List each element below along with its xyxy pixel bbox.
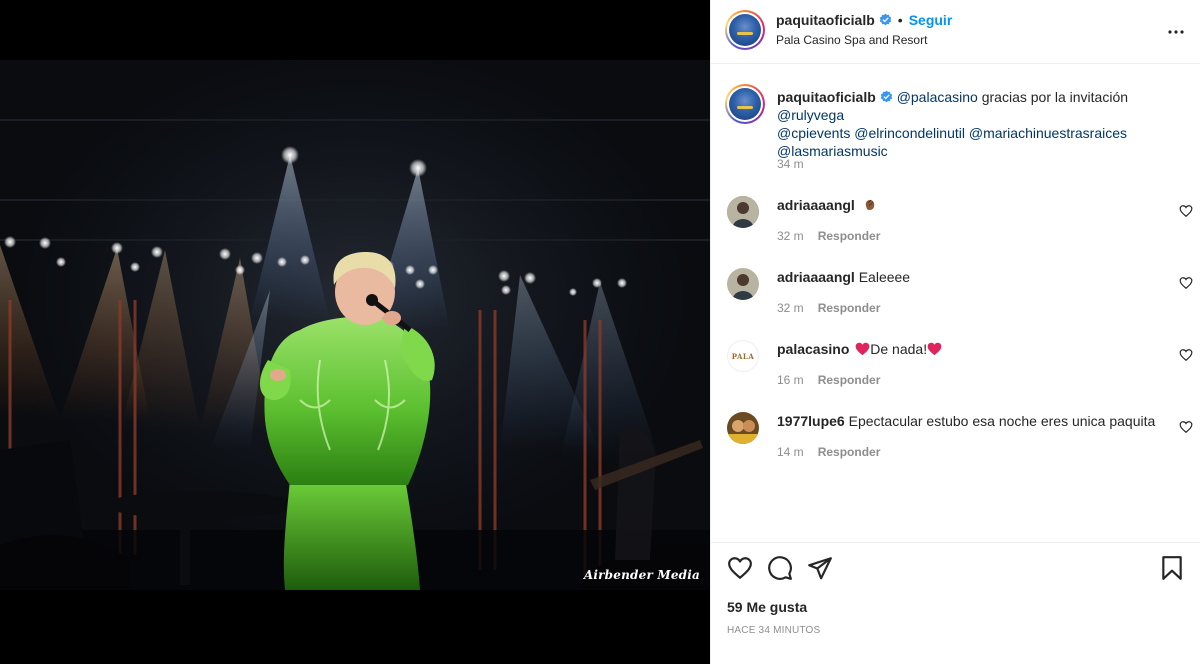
- clapping-hands-icon: [865, 199, 874, 211]
- more-options-icon[interactable]: [1164, 20, 1188, 44]
- post-location[interactable]: Pala Casino Spa and Resort: [776, 33, 927, 47]
- post-side-panel: paquitaoficialb • Seguir Pala Casino Spa …: [710, 0, 1200, 664]
- comment-time[interactable]: 14 m: [777, 445, 804, 459]
- red-heart-icon: [855, 342, 870, 356]
- comment-meta: 32 m Responder: [777, 301, 880, 315]
- follow-button[interactable]: Seguir: [909, 12, 953, 28]
- comment-time[interactable]: 32 m: [777, 229, 804, 243]
- author-username[interactable]: paquitaoficialb: [776, 12, 875, 28]
- comment-username[interactable]: adriaaaangl: [777, 269, 855, 285]
- mention-link[interactable]: @elrincondelinutil: [854, 125, 965, 141]
- comment-text: palacasino De nada!: [777, 340, 942, 358]
- comment-username[interactable]: 1977lupe6: [777, 413, 845, 429]
- bookmark-icon[interactable]: [1159, 555, 1185, 581]
- caption-time[interactable]: 34 m: [777, 157, 804, 171]
- comment-meta: 16 m Responder: [777, 373, 880, 387]
- post-timestamp[interactable]: HACE 34 MINUTOS: [727, 625, 820, 636]
- comment-avatar[interactable]: [727, 268, 759, 300]
- comment-icon[interactable]: [767, 555, 793, 581]
- caption-body: gracias por la invitación: [977, 89, 1129, 105]
- post-photo[interactable]: Airbender Media: [0, 0, 710, 664]
- like-comment-icon[interactable]: [1179, 204, 1193, 218]
- like-comment-icon[interactable]: [1179, 420, 1193, 434]
- verified-badge-icon: [879, 13, 892, 26]
- mention-link[interactable]: @cpievents: [777, 125, 850, 141]
- comment-avatar[interactable]: [727, 196, 759, 228]
- reply-button[interactable]: Responder: [818, 229, 881, 243]
- share-icon[interactable]: [807, 555, 833, 581]
- author-avatar[interactable]: [725, 10, 765, 50]
- comment-time[interactable]: 16 m: [777, 373, 804, 387]
- author-avatar-image: [729, 14, 761, 46]
- reply-button[interactable]: Responder: [818, 445, 881, 459]
- heart-icon[interactable]: [727, 555, 753, 581]
- comment-username[interactable]: adriaaaangl: [777, 197, 855, 213]
- verified-badge-icon: [880, 90, 893, 103]
- photo-watermark: Airbender Media: [583, 568, 700, 582]
- comment-time[interactable]: 32 m: [777, 301, 804, 315]
- comment-meta: 14 m Responder: [777, 445, 880, 459]
- comment-body: Ealeeee: [858, 269, 911, 285]
- post-actions: 59 Me gusta HACE 34 MINUTOS: [711, 542, 1200, 664]
- reply-button[interactable]: Responder: [818, 301, 881, 315]
- caption-text: paquitaoficialb @palacasino gracias por …: [777, 88, 1187, 160]
- reply-button[interactable]: Responder: [818, 373, 881, 387]
- comments-list[interactable]: paquitaoficialb @palacasino gracias por …: [711, 65, 1200, 541]
- comment-text: adriaaaangl: [777, 196, 878, 214]
- comment-body: De nada!: [870, 341, 928, 357]
- instagram-post-modal: Airbender Media paquitaoficialb • Seguir …: [0, 0, 1200, 664]
- header-user-line: paquitaoficialb • Seguir: [776, 12, 952, 30]
- concert-stage-photo: [0, 0, 710, 664]
- comment-avatar[interactable]: [727, 412, 759, 444]
- caption-avatar[interactable]: [725, 84, 765, 124]
- header-separator: •: [897, 12, 903, 28]
- comment-text: adriaaaangl Ealeeee: [777, 268, 910, 286]
- pala-logo-text: PALA: [731, 351, 755, 361]
- comment-avatar[interactable]: PALA: [727, 340, 759, 372]
- comment-username[interactable]: palacasino: [777, 341, 849, 357]
- like-comment-icon[interactable]: [1179, 276, 1193, 290]
- likes-count[interactable]: 59 Me gusta: [727, 599, 807, 615]
- mention-link[interactable]: @palacasino: [897, 89, 978, 105]
- red-heart-icon: [927, 342, 942, 356]
- like-comment-icon[interactable]: [1179, 348, 1193, 362]
- comment-text: 1977lupe6 Epectacular estubo esa noche e…: [777, 412, 1167, 430]
- comment-meta: 32 m Responder: [777, 229, 880, 243]
- caption-username[interactable]: paquitaoficialb: [777, 89, 876, 105]
- post-header: paquitaoficialb • Seguir Pala Casino Spa …: [711, 0, 1200, 64]
- mention-link[interactable]: @mariachinuestrasraices: [969, 125, 1127, 141]
- mention-link[interactable]: @rulyvega: [777, 107, 844, 123]
- caption-avatar-image: [729, 88, 761, 120]
- comment-body: Epectacular estubo esa noche eres unica …: [848, 413, 1156, 429]
